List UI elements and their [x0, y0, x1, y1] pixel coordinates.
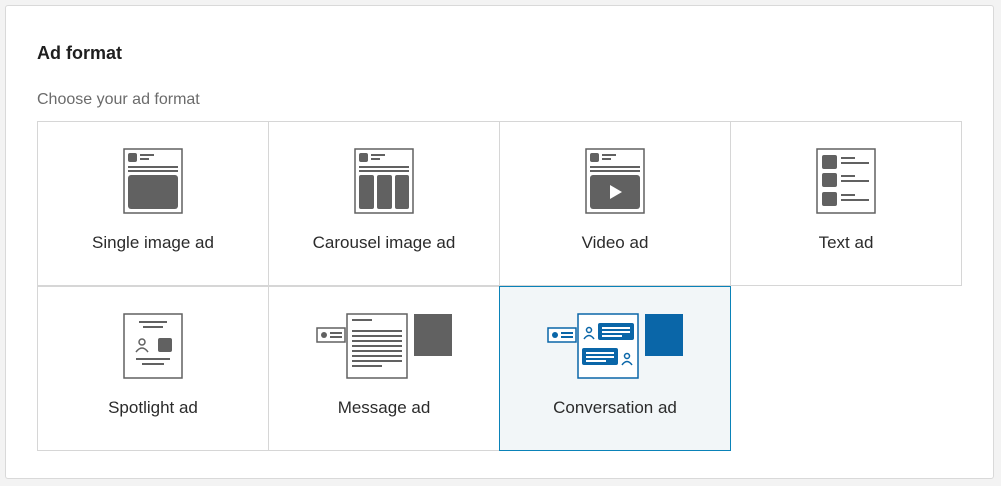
format-label: Text ad — [818, 233, 874, 252]
carousel-image-icon — [354, 148, 414, 214]
format-tile-spotlight[interactable]: Spotlight ad — [37, 286, 269, 451]
conversation-icon — [547, 313, 683, 379]
format-label: Single image ad — [92, 233, 214, 252]
format-tile-conversation[interactable]: Conversation ad — [499, 286, 731, 451]
format-tile-single-image[interactable]: Single image ad — [37, 121, 269, 286]
ad-format-grid: Single image ad Carousel image ad Video … — [37, 121, 962, 451]
format-label: Carousel image ad — [312, 233, 456, 252]
message-icon — [316, 313, 452, 379]
ad-format-panel: Ad format Choose your ad format Single i… — [5, 5, 994, 479]
panel-title: Ad format — [37, 43, 122, 63]
panel-subtitle: Choose your ad format — [37, 91, 200, 108]
single-image-icon — [123, 148, 183, 214]
format-label: Message ad — [337, 398, 431, 417]
format-tile-message[interactable]: Message ad — [268, 286, 500, 451]
format-tile-text[interactable]: Text ad — [730, 121, 962, 286]
text-ad-icon — [816, 148, 876, 214]
format-tile-carousel-image[interactable]: Carousel image ad — [268, 121, 500, 286]
format-tile-video[interactable]: Video ad — [499, 121, 731, 286]
video-icon — [585, 148, 645, 214]
spotlight-icon — [123, 313, 183, 379]
format-label: Conversation ad — [553, 398, 677, 417]
format-label: Spotlight ad — [108, 398, 198, 417]
format-label: Video ad — [581, 233, 649, 252]
